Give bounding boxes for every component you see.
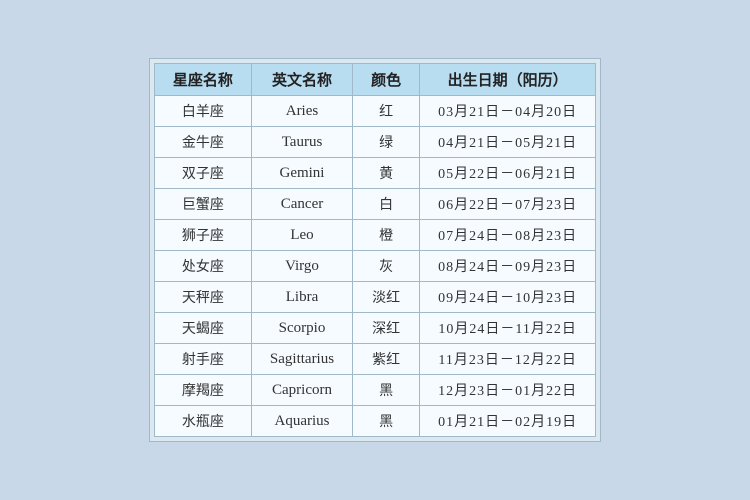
- table-row: 金牛座Taurus绿04月21日－05月21日: [154, 127, 595, 158]
- cell-chinese-name: 天秤座: [154, 282, 251, 313]
- cell-color: 黑: [353, 375, 420, 406]
- cell-english-name: Cancer: [251, 189, 352, 220]
- col-header-date: 出生日期（阳历）: [420, 64, 596, 96]
- cell-english-name: Virgo: [251, 251, 352, 282]
- cell-date-range: 05月22日－06月21日: [420, 158, 596, 189]
- col-header-color: 颜色: [353, 64, 420, 96]
- table-row: 天蝎座Scorpio深红10月24日－11月22日: [154, 313, 595, 344]
- cell-color: 黄: [353, 158, 420, 189]
- table-row: 处女座Virgo灰08月24日－09月23日: [154, 251, 595, 282]
- col-header-chinese: 星座名称: [154, 64, 251, 96]
- cell-english-name: Capricorn: [251, 375, 352, 406]
- table-row: 巨蟹座Cancer白06月22日－07月23日: [154, 189, 595, 220]
- cell-chinese-name: 摩羯座: [154, 375, 251, 406]
- cell-chinese-name: 天蝎座: [154, 313, 251, 344]
- cell-date-range: 03月21日－04月20日: [420, 96, 596, 127]
- table-row: 白羊座Aries红03月21日－04月20日: [154, 96, 595, 127]
- cell-chinese-name: 处女座: [154, 251, 251, 282]
- cell-date-range: 01月21日－02月19日: [420, 406, 596, 437]
- cell-color: 淡红: [353, 282, 420, 313]
- cell-chinese-name: 金牛座: [154, 127, 251, 158]
- cell-english-name: Aquarius: [251, 406, 352, 437]
- cell-color: 紫红: [353, 344, 420, 375]
- cell-color: 灰: [353, 251, 420, 282]
- cell-color: 黑: [353, 406, 420, 437]
- cell-chinese-name: 双子座: [154, 158, 251, 189]
- cell-english-name: Scorpio: [251, 313, 352, 344]
- cell-english-name: Taurus: [251, 127, 352, 158]
- cell-english-name: Sagittarius: [251, 344, 352, 375]
- cell-date-range: 12月23日－01月22日: [420, 375, 596, 406]
- cell-english-name: Libra: [251, 282, 352, 313]
- cell-color: 白: [353, 189, 420, 220]
- table-row: 摩羯座Capricorn黑12月23日－01月22日: [154, 375, 595, 406]
- cell-color: 绿: [353, 127, 420, 158]
- cell-date-range: 10月24日－11月22日: [420, 313, 596, 344]
- cell-english-name: Leo: [251, 220, 352, 251]
- zodiac-table: 星座名称 英文名称 颜色 出生日期（阳历） 白羊座Aries红03月21日－04…: [154, 63, 596, 437]
- table-row: 双子座Gemini黄05月22日－06月21日: [154, 158, 595, 189]
- table-row: 狮子座Leo橙07月24日－08月23日: [154, 220, 595, 251]
- cell-date-range: 06月22日－07月23日: [420, 189, 596, 220]
- table-header-row: 星座名称 英文名称 颜色 出生日期（阳历）: [154, 64, 595, 96]
- cell-chinese-name: 射手座: [154, 344, 251, 375]
- col-header-english: 英文名称: [251, 64, 352, 96]
- table-row: 天秤座Libra淡红09月24日－10月23日: [154, 282, 595, 313]
- cell-color: 红: [353, 96, 420, 127]
- cell-color: 橙: [353, 220, 420, 251]
- cell-color: 深红: [353, 313, 420, 344]
- cell-date-range: 08月24日－09月23日: [420, 251, 596, 282]
- zodiac-table-container: 星座名称 英文名称 颜色 出生日期（阳历） 白羊座Aries红03月21日－04…: [149, 58, 601, 442]
- cell-date-range: 11月23日－12月22日: [420, 344, 596, 375]
- cell-chinese-name: 狮子座: [154, 220, 251, 251]
- cell-chinese-name: 巨蟹座: [154, 189, 251, 220]
- cell-chinese-name: 白羊座: [154, 96, 251, 127]
- table-row: 射手座Sagittarius紫红11月23日－12月22日: [154, 344, 595, 375]
- cell-date-range: 04月21日－05月21日: [420, 127, 596, 158]
- cell-date-range: 07月24日－08月23日: [420, 220, 596, 251]
- cell-english-name: Aries: [251, 96, 352, 127]
- cell-chinese-name: 水瓶座: [154, 406, 251, 437]
- cell-date-range: 09月24日－10月23日: [420, 282, 596, 313]
- cell-english-name: Gemini: [251, 158, 352, 189]
- table-row: 水瓶座Aquarius黑01月21日－02月19日: [154, 406, 595, 437]
